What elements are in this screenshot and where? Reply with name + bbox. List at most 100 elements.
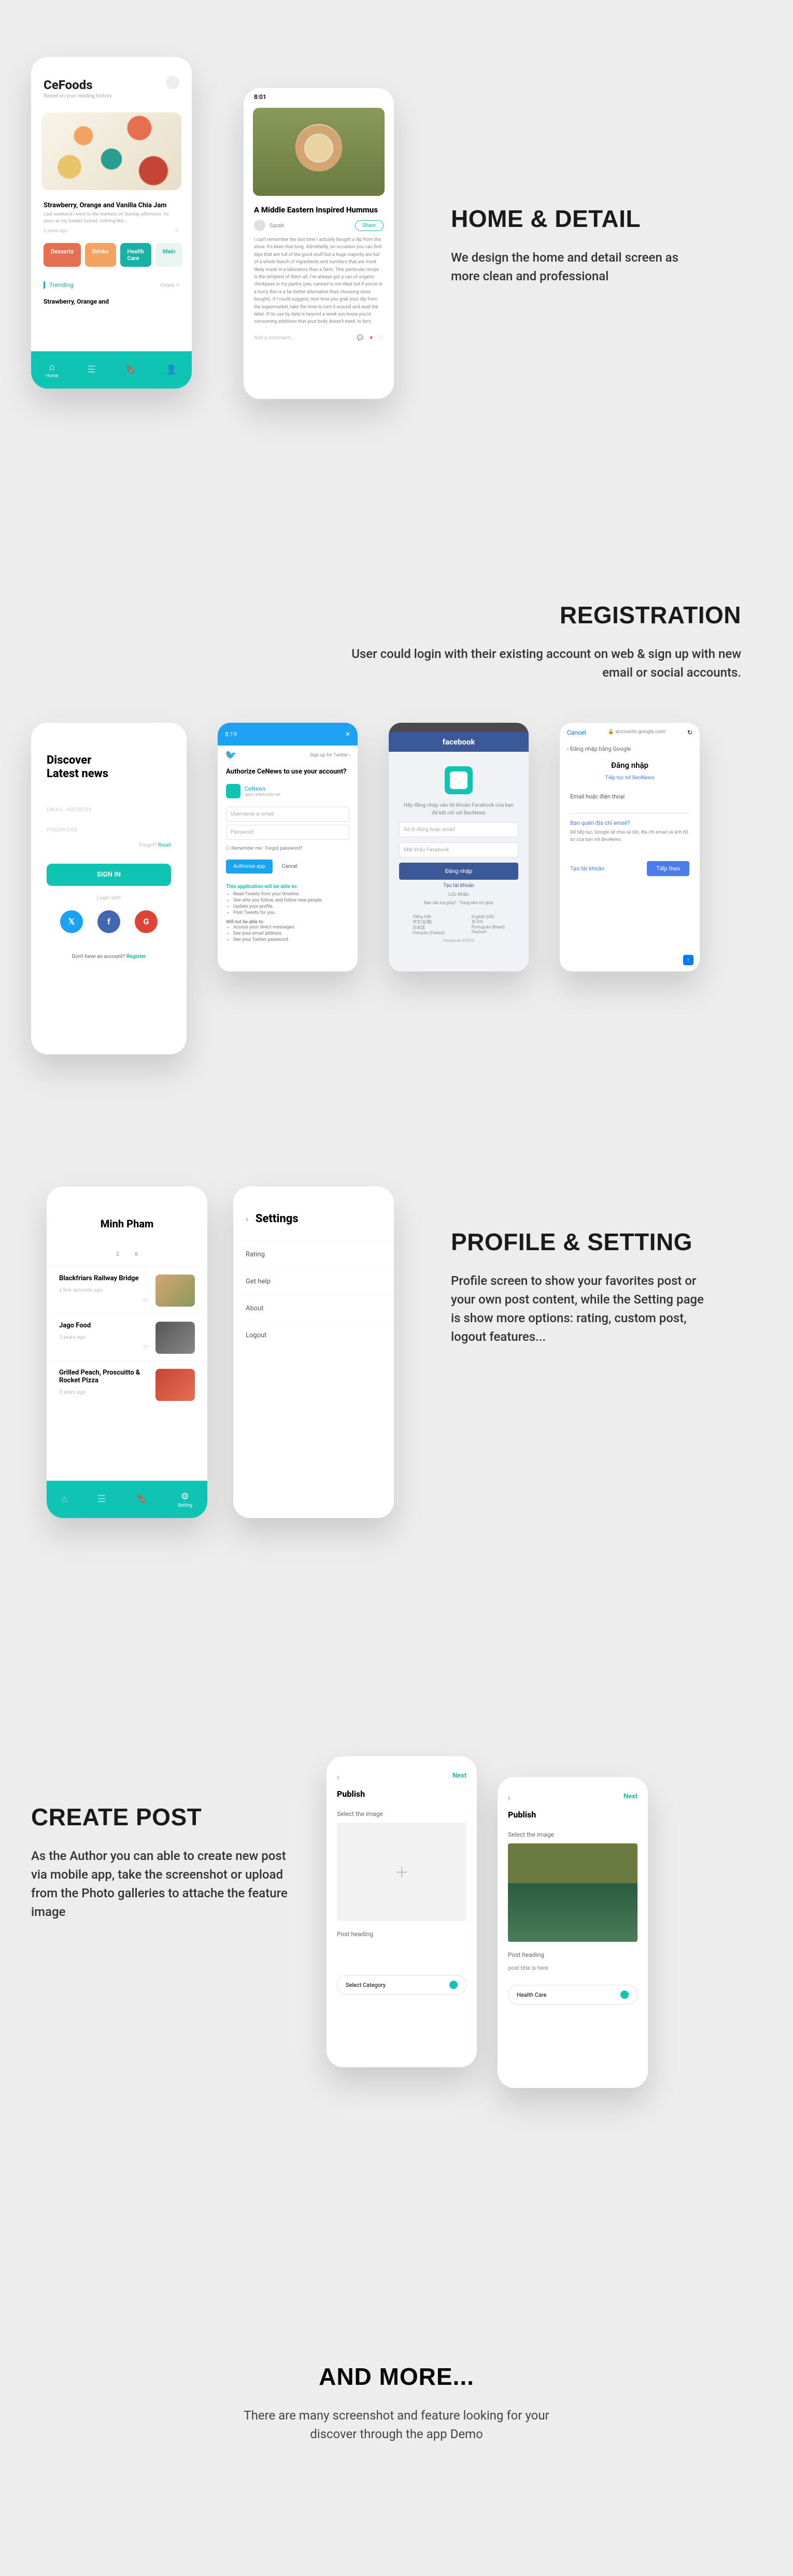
avatar-icon[interactable]	[166, 76, 179, 89]
settings-item-about[interactable]: About	[233, 1295, 394, 1322]
back-link[interactable]: ‹ Đăng nhập bằng Google	[560, 742, 700, 755]
post-title: Jago Food	[59, 1322, 148, 1329]
settings-item-rating[interactable]: Rating	[233, 1241, 394, 1268]
settings-item-logout[interactable]: Logout	[233, 1322, 394, 1349]
post-row[interactable]: Jago Food 3 years ago	[47, 1314, 207, 1361]
register-link[interactable]: Don't have an account? Register	[31, 954, 187, 960]
cancel-button[interactable]: Cancel	[567, 729, 586, 736]
auth-title: Authorize CeNews to use your account?	[218, 765, 358, 779]
category-main[interactable]: Main	[155, 243, 183, 267]
perms-able-title: This application will be able to:	[226, 884, 349, 890]
category-select[interactable]: Select Category	[337, 1975, 466, 1995]
comment-field[interactable]: Add a comment...	[254, 335, 295, 341]
tab-count-1[interactable]: 2	[116, 1251, 119, 1257]
username-input[interactable]: Username or email	[226, 807, 349, 822]
fb-text: Hãy đăng nhập vào tài khoản Facebook của…	[389, 802, 529, 817]
back-icon[interactable]: ‹	[246, 1214, 248, 1224]
login-title: Đăng nhập	[560, 755, 700, 775]
login-sub: Tiếp tục tới BeoNews	[560, 775, 700, 788]
refresh-icon[interactable]: ↻	[687, 729, 692, 736]
next-button[interactable]: Next	[624, 1793, 638, 1802]
heart-icon[interactable]: ♡	[143, 1297, 148, 1304]
forgot-email-link[interactable]: Bạn quên địa chỉ email?	[570, 820, 689, 826]
fb-email-input[interactable]: Số di động hoặc email	[399, 822, 518, 837]
category-desserts[interactable]: Desserts	[44, 243, 81, 267]
nav-bookmark-icon[interactable]: 🔖	[136, 1494, 147, 1506]
trending-item[interactable]: Strawberry, Orange and	[31, 294, 192, 309]
heart-icon[interactable]: ♡	[175, 228, 179, 234]
share-button[interactable]: Share	[355, 220, 384, 231]
nav-list-icon[interactable]: ☰	[97, 1494, 106, 1506]
twitter-button[interactable]: 𝕏	[60, 910, 83, 933]
category-select[interactable]: Health Care	[508, 1985, 638, 2005]
nav-settings[interactable]: ⚙Setting	[178, 1491, 192, 1508]
post-time: a few seconds ago	[59, 1287, 148, 1293]
article-title[interactable]: Strawberry, Orange and Vanilla Chia Jam	[31, 195, 192, 211]
phone-home: CeFoods Based on your reading history St…	[31, 57, 192, 389]
dropdown-icon	[449, 1981, 458, 1989]
bookmark-icon[interactable]: ☐	[379, 335, 384, 341]
nav-bookmark-icon[interactable]: 🔖	[125, 364, 136, 376]
heading-input[interactable]	[337, 1950, 466, 1968]
fb-help[interactable]: Bạn cần trợ giúp? · Trung tâm trợ giúp	[389, 900, 529, 905]
nav-list-icon[interactable]: ☰	[88, 364, 96, 376]
nav-home-icon[interactable]: ⌂	[62, 1494, 67, 1506]
image-picker[interactable]: ＋	[337, 1823, 466, 1921]
next-button[interactable]: Tiếp theo	[647, 861, 689, 876]
email-label: Email hoặc điện thoại	[570, 793, 689, 800]
status-time: 8:01	[244, 88, 394, 106]
section-title: REGISTRATION	[327, 601, 741, 629]
back-icon[interactable]: ‹	[337, 1772, 339, 1782]
phone-login: Discover Latest news EMAIL ADDRESS PASSW…	[31, 723, 187, 1054]
fb-login-button[interactable]: Đăng nhập	[399, 863, 518, 880]
phone-publish-filled: ‹ Next Publish Select the image Post hea…	[498, 1777, 648, 2088]
category-drinks[interactable]: Drinks	[85, 243, 116, 267]
phone-twitter-auth: 8:19 🐦 Sign up for Twitter › Authorize C…	[218, 723, 358, 971]
time: 8:19	[225, 731, 237, 738]
google-button[interactable]: G	[135, 910, 158, 933]
nav-profile-icon[interactable]: 👤	[165, 364, 177, 376]
share-icon[interactable]: ↑	[683, 955, 693, 965]
dropdown-icon	[620, 1991, 629, 1999]
forgot-link[interactable]: Forgot? Reset	[31, 837, 187, 858]
back-icon[interactable]: ‹	[508, 1793, 511, 1802]
create-account-link[interactable]: Tạo tài khoản	[570, 865, 604, 872]
signin-button[interactable]: SIGN IN	[47, 864, 171, 886]
password-field[interactable]: PASSWORD	[31, 817, 187, 837]
facebook-button[interactable]: f	[97, 910, 120, 933]
perm-item: Post Tweets for you.	[233, 910, 349, 915]
email-field[interactable]: EMAIL ADDRESS	[31, 797, 187, 817]
nav-home[interactable]: ⌂Home	[46, 362, 58, 379]
heart-icon[interactable]: ♡	[143, 1344, 148, 1351]
category-health[interactable]: Health Care	[120, 243, 151, 267]
remember-row[interactable]: ☐ Remember me · Forgot password?	[218, 843, 358, 854]
next-button[interactable]: Next	[452, 1772, 466, 1782]
author-name: Sarah	[270, 222, 284, 229]
signup-link[interactable]: Sign up for Twitter ›	[310, 753, 350, 758]
more-link[interactable]: more >	[160, 281, 179, 289]
fb-later-link[interactable]: Lúc khác	[389, 892, 529, 897]
heading-value[interactable]: post title is here	[498, 1964, 648, 1972]
twitter-icon: 🐦	[225, 750, 236, 761]
bottom-nav: ⌂Home ☰ 🔖 👤	[31, 351, 192, 389]
fb-password-input[interactable]: Mật khẩu Facebook	[399, 842, 518, 857]
fb-languages[interactable]: Tiếng Việt中文(台灣) 日本語Français (France) En…	[389, 905, 529, 938]
chat-icon[interactable]: 💬	[357, 335, 363, 341]
select-image-label: Select the image	[498, 1822, 648, 1843]
close-icon[interactable]	[345, 731, 350, 738]
post-row[interactable]: Grilled Peach, Proscuitto & Rocket Pizza…	[47, 1361, 207, 1408]
like-icon[interactable]: ♥	[370, 335, 373, 341]
post-title: Grilled Peach, Proscuitto & Rocket Pizza	[59, 1369, 148, 1384]
cancel-button[interactable]: Cancel	[277, 860, 303, 874]
phone-facebook: facebook Hãy đăng nhập vào tài khoản Fac…	[389, 723, 529, 971]
image-picker[interactable]	[508, 1843, 638, 1942]
password-input[interactable]: Password	[226, 825, 349, 840]
tab-count-2[interactable]: 6	[135, 1251, 138, 1257]
post-row[interactable]: Blackfriars Railway Bridge a few seconds…	[47, 1267, 207, 1314]
author-avatar[interactable]	[254, 220, 265, 231]
fb-create-link[interactable]: Tạo tài khoản	[389, 883, 529, 889]
hero-image[interactable]	[41, 112, 181, 190]
authorize-button[interactable]: Authorize app	[226, 860, 273, 874]
settings-item-help[interactable]: Get help	[233, 1268, 394, 1295]
email-input[interactable]	[570, 803, 689, 813]
